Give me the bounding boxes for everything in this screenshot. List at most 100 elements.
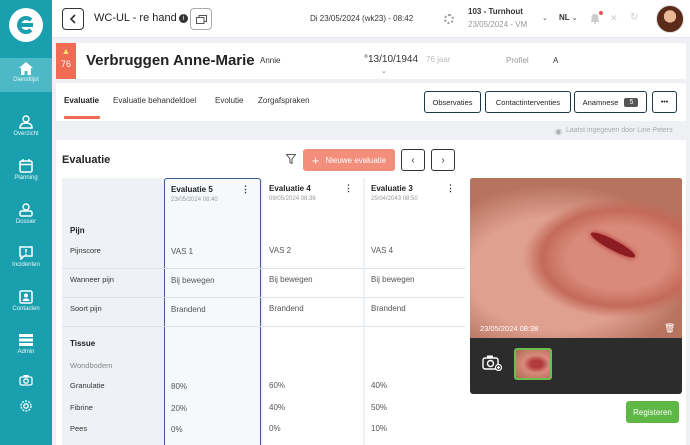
refresh-icon[interactable]: ↻: [630, 12, 638, 23]
cell-soort-pijn: Brandend: [171, 305, 206, 314]
register-button[interactable]: Registeren: [626, 401, 679, 423]
evaluation-panel: Evaluatie + Nieuwe evaluatie ‹ › Pijn Pij…: [56, 140, 686, 445]
location[interactable]: 103 - Turnhout: [468, 7, 523, 16]
chevron-down-icon: ⌄: [571, 15, 578, 22]
tab-zorgafspraken[interactable]: Zorgafspraken: [258, 96, 310, 105]
next-button[interactable]: ›: [431, 149, 455, 171]
chevron-right-icon: ›: [441, 154, 445, 166]
home-icon: [19, 62, 33, 75]
bell-icon[interactable]: [590, 13, 600, 24]
evaluation-table: Pijn Pijnscore Wanneer pijn Soort pijn T…: [62, 178, 465, 445]
kebab-menu-icon[interactable]: ⋮: [241, 184, 250, 195]
anamnese-button[interactable]: Anamnese 5: [574, 91, 647, 113]
column-title: Evaluatie 5: [171, 185, 213, 194]
sidebar-item-label: Admin: [17, 349, 35, 355]
female-icon: ♀: [246, 56, 253, 66]
row-label-pees: Pees: [70, 424, 88, 433]
logo-bar: [19, 23, 33, 27]
current-date: Di 23/05/2024 (wk23) - 08:42: [310, 14, 414, 23]
trash-icon[interactable]: 🗑: [664, 323, 675, 334]
more-button[interactable]: •••: [652, 91, 677, 113]
eye-icon: ◉: [555, 127, 562, 136]
row-label-pijn: Pijn: [70, 226, 85, 235]
back-button[interactable]: [62, 8, 84, 30]
cell-fibrine: 50%: [371, 403, 388, 412]
cell-granulatie: 80%: [171, 382, 188, 391]
sidebar-item-admin[interactable]: Admin: [0, 333, 52, 367]
new-evaluation-button[interactable]: + Nieuwe evaluatie: [303, 149, 395, 171]
sidebar-item-planning[interactable]: Planning: [0, 159, 52, 193]
anamnese-count-badge: 5: [624, 97, 639, 107]
column-date: 09/05/2024 08:36: [269, 196, 316, 202]
patient-header: ▲ 76 Verbruggen Anne-Marie ♀ Annie °13/1…: [56, 43, 686, 79]
sidebar-item-dossier[interactable]: Dossier: [0, 203, 52, 237]
notification-dot: [599, 11, 603, 15]
photo-thumbnail[interactable]: [514, 348, 552, 380]
cell-granulatie: 40%: [371, 381, 388, 390]
add-photo-icon[interactable]: [482, 354, 502, 371]
cell-fibrine: 40%: [269, 403, 286, 412]
sidebar-item-overzicht[interactable]: Overzicht: [0, 115, 52, 149]
tab-evaluatie[interactable]: Evaluatie: [64, 96, 99, 105]
person-list-icon: [19, 115, 33, 129]
info-icon[interactable]: i: [178, 14, 188, 23]
patient-name: Verbruggen Anne-Marie: [86, 52, 255, 69]
filter-icon[interactable]: [286, 154, 296, 164]
cell-wanneer-pijn: Bij bewegen: [371, 275, 415, 284]
cell-wanneer-pijn: Bij bewegen: [171, 276, 215, 285]
patient-dob: °13/10/1944: [364, 54, 419, 65]
chevron-down-icon[interactable]: ⌄: [381, 67, 387, 75]
language-value: NL: [559, 13, 570, 22]
patient-nickname: Annie: [260, 56, 281, 65]
observaties-button[interactable]: Observaties: [424, 91, 481, 113]
cell-wanneer-pijn: Bij bewegen: [269, 275, 313, 284]
contactinterventies-button[interactable]: Contactinterventies: [485, 91, 571, 113]
cell-pees: 10%: [371, 424, 388, 433]
patient-age-badge: ▲ 76: [56, 43, 76, 79]
column-date: 25/04/2043 08:50: [371, 196, 418, 202]
evaluation-column[interactable]: Evaluatie 4 09/05/2024 08:36 ⋮ VAS 2 Bij…: [263, 178, 363, 445]
wound-photo-panel: 23/05/2024 08:38 🗑: [470, 178, 682, 394]
section-title: Evaluatie: [62, 154, 111, 166]
language-select[interactable]: NL ⌄: [559, 13, 578, 22]
app-logo[interactable]: [9, 8, 43, 42]
last-entered-info: Laatst ingegeven door Line Peters: [566, 127, 673, 134]
evaluation-column[interactable]: Evaluatie 3 25/04/2043 08:50 ⋮ VAS 4 Bij…: [365, 178, 465, 445]
kebab-menu-icon[interactable]: ⋮: [446, 183, 455, 194]
row-label-granulatie: Granulatie: [70, 381, 105, 390]
avatar[interactable]: [656, 5, 684, 33]
sidebar-settings[interactable]: [0, 399, 52, 415]
gear-icon: [20, 400, 32, 412]
previous-button[interactable]: ‹: [401, 149, 425, 171]
profile-value: A: [553, 56, 559, 65]
cell-fibrine: 20%: [171, 404, 188, 413]
server-icon: [19, 334, 33, 346]
sidebar-item-label: Incidenten: [12, 262, 40, 268]
chevron-down-icon[interactable]: ⌄: [542, 14, 548, 22]
cell-pees: 0%: [171, 425, 183, 434]
windows-icon: [195, 14, 207, 24]
evaluation-column[interactable]: Evaluatie 5 23/05/2024 08:40 ⋮ VAS 1 Bij…: [164, 178, 261, 445]
kebab-menu-icon[interactable]: ⋮: [344, 183, 353, 194]
row-divider: [62, 326, 465, 327]
sidebar-item-incidenten[interactable]: Incidenten: [0, 246, 52, 280]
cell-pijnscore: VAS 2: [269, 246, 292, 255]
sidebar-item-contacten[interactable]: Contacten: [0, 290, 52, 324]
plus-icon: +: [311, 152, 320, 168]
windows-button[interactable]: [190, 8, 212, 30]
wound-area: [588, 228, 638, 262]
wound-photo[interactable]: [470, 178, 682, 338]
row-labels-column: Pijn Pijnscore Wanneer pijn Soort pijn T…: [62, 178, 163, 445]
photo-date: 23/05/2024 08:38: [480, 324, 539, 333]
cell-pijnscore: VAS 1: [171, 247, 194, 256]
sidebar-item-label: Planning: [14, 175, 38, 181]
person-folder-icon: [19, 203, 33, 217]
sidebar-item-dienstlijst[interactable]: Dienstlijst: [0, 58, 52, 92]
tab-evaluatie-behandeldoel[interactable]: Evaluatie behandeldoel: [113, 96, 196, 105]
sidebar: Dienstlijst Overzicht Planning Dossier I…: [0, 0, 52, 445]
sidebar-camera[interactable]: [0, 374, 52, 390]
tab-evolutie[interactable]: Evolutie: [215, 96, 243, 105]
cell-soort-pijn: Brandend: [371, 304, 406, 313]
close-icon[interactable]: ✕: [610, 13, 618, 24]
column-title: Evaluatie 3: [371, 184, 413, 193]
